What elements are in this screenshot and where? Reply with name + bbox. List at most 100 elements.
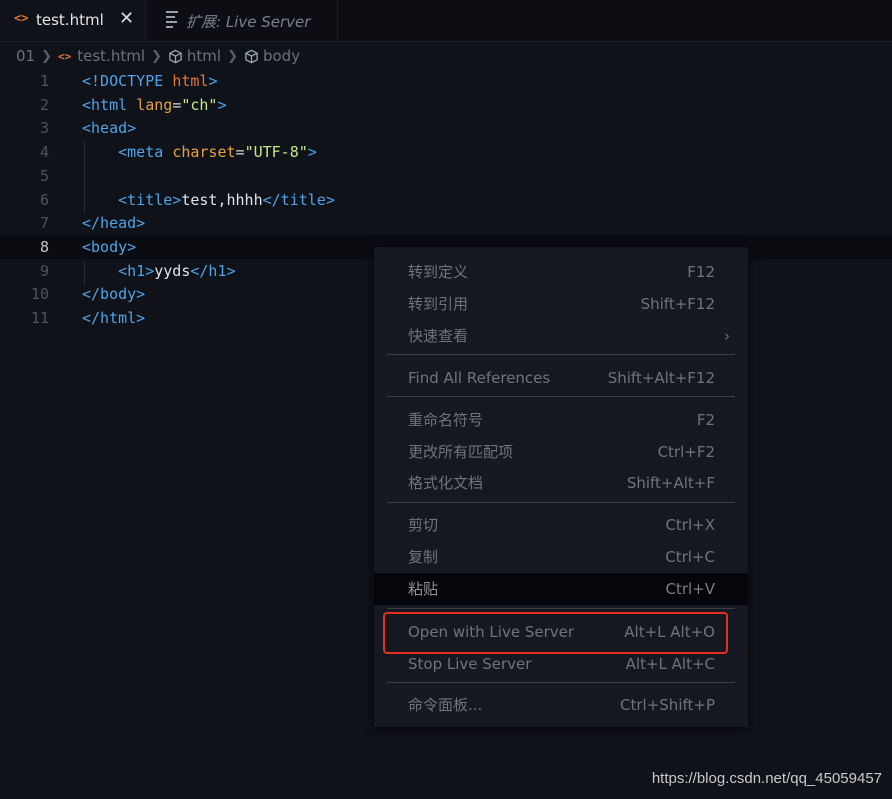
breadcrumb-item-html[interactable]: html xyxy=(187,47,221,65)
menu-item-label: 转到引用 xyxy=(408,295,469,313)
code-text: </body> xyxy=(82,282,145,306)
menu-item-label: 粘贴 xyxy=(408,580,439,598)
menu-item-go-to-definition[interactable]: 转到定义 F12 xyxy=(374,256,748,288)
cube-icon xyxy=(169,49,182,63)
menu-item-shortcut: Shift+Alt+F xyxy=(626,474,715,492)
code-token: = xyxy=(235,143,245,162)
line-number: 3 xyxy=(39,119,49,138)
menu-item-shortcut: Ctrl+C xyxy=(665,548,715,566)
menu-separator xyxy=(387,502,735,503)
line-number: 8 xyxy=(39,237,49,256)
code-token: <head> xyxy=(82,119,137,138)
menu-item-label: 命令面板... xyxy=(408,696,483,714)
code-text: <head> xyxy=(82,116,136,140)
code-line[interactable]: 4 <meta charset="UTF-8"> xyxy=(0,140,892,164)
code-token: <h1> xyxy=(118,261,155,280)
menu-item-label: 转到定义 xyxy=(408,263,469,281)
menu-item-rename-symbol[interactable]: 重命名符号 F2 xyxy=(374,404,748,436)
menu-item-label: 格式化文档 xyxy=(408,474,484,492)
code-token: yyds xyxy=(154,261,191,280)
code-token: <meta xyxy=(118,143,173,162)
menu-item-label: 剪切 xyxy=(408,516,439,534)
code-token: </title> xyxy=(262,190,335,209)
menu-item-shortcut: Ctrl+X xyxy=(665,516,715,534)
menu-item-label: 更改所有匹配项 xyxy=(408,443,514,461)
tab-label: 扩展: Live Server xyxy=(186,13,311,31)
tab-test-html[interactable]: <> test.html ✕ xyxy=(0,0,146,41)
code-line[interactable]: 6 <title>test,hhhh</title> xyxy=(0,188,892,212)
code-token: </body> xyxy=(82,285,146,304)
chevron-right-icon: ❯ xyxy=(227,48,238,64)
tab-bar: <> test.html ✕ 扩展: Live Server xyxy=(0,0,892,42)
tab-label: test.html xyxy=(36,11,104,29)
breadcrumb-file[interactable]: test.html xyxy=(77,47,145,65)
cube-icon xyxy=(245,49,258,63)
html-brackets-icon: <> xyxy=(58,49,72,63)
code-token: test,hhhh xyxy=(181,190,263,209)
menu-item-shortcut: Shift+Alt+F12 xyxy=(607,369,715,387)
code-token: = xyxy=(172,95,182,114)
menu-separator xyxy=(387,354,735,355)
code-token: </head> xyxy=(82,214,146,233)
annotation-highlight-box xyxy=(383,612,728,654)
menu-item-go-to-references[interactable]: 转到引用 Shift+F12 xyxy=(374,288,748,320)
code-text: <meta charset="UTF-8"> xyxy=(82,140,317,164)
menu-item-shortcut: Shift+F12 xyxy=(640,295,715,313)
code-token: <body> xyxy=(82,237,137,256)
code-token: lang xyxy=(136,95,173,114)
chevron-right-icon: › xyxy=(724,327,730,345)
code-token: </h1> xyxy=(190,261,236,280)
chevron-right-icon: ❯ xyxy=(41,48,52,64)
code-token: charset xyxy=(172,143,236,162)
menu-item-shortcut: Ctrl+F2 xyxy=(657,443,715,461)
menu-separator xyxy=(387,682,735,683)
code-text: </head> xyxy=(82,211,145,235)
line-number: 1 xyxy=(39,72,49,90)
line-number: 2 xyxy=(39,95,49,114)
code-text: <h1>yyds</h1> xyxy=(82,259,236,283)
menu-item-paste[interactable]: 粘贴 Ctrl+V xyxy=(374,573,748,605)
menu-item-label: 重命名符号 xyxy=(408,411,484,429)
code-token: html xyxy=(172,72,209,90)
code-line[interactable]: 1 <!DOCTYPE html> xyxy=(0,69,892,93)
chevron-right-icon: ❯ xyxy=(151,48,162,64)
code-token: > xyxy=(217,95,227,114)
code-token: </html> xyxy=(82,309,146,327)
code-text: <!DOCTYPE html> xyxy=(82,69,217,93)
line-number: 11 xyxy=(30,309,49,327)
line-number: 6 xyxy=(39,190,49,209)
menu-item-shortcut: F12 xyxy=(687,263,715,281)
code-line[interactable]: 7 </head> xyxy=(0,211,892,235)
html-brackets-icon: <> xyxy=(14,11,29,25)
menu-item-format-document[interactable]: 格式化文档 Shift+Alt+F xyxy=(374,467,748,499)
code-line[interactable]: 2 <html lang="ch"> xyxy=(0,93,892,117)
breadcrumb: 01 ❯ <> test.html ❯ html ❯ body xyxy=(0,44,300,68)
code-token: <html xyxy=(82,95,137,114)
menu-item-cut[interactable]: 剪切 Ctrl+X xyxy=(374,509,748,541)
code-token: <!DOCTYPE xyxy=(82,72,173,90)
breadcrumb-item-body[interactable]: body xyxy=(263,47,300,65)
code-line[interactable]: 3 <head> xyxy=(0,116,892,140)
preview-lines-icon xyxy=(166,11,178,28)
code-line[interactable]: 5 xyxy=(0,164,892,188)
menu-item-shortcut: F2 xyxy=(696,411,715,429)
menu-item-find-all-references[interactable]: Find All References Shift+Alt+F12 xyxy=(374,362,748,394)
line-number: 9 xyxy=(39,261,49,280)
menu-item-shortcut: Ctrl+Shift+P xyxy=(620,696,715,714)
close-icon[interactable]: ✕ xyxy=(119,8,134,29)
tab-live-server-extension[interactable]: 扩展: Live Server xyxy=(146,0,338,41)
menu-separator xyxy=(387,608,735,609)
context-menu: 转到定义 F12 转到引用 Shift+F12 快速查看 › Find All Ref… xyxy=(374,247,748,727)
menu-item-change-all-occurrences[interactable]: 更改所有匹配项 Ctrl+F2 xyxy=(374,436,748,468)
code-text: <html lang="ch"> xyxy=(82,93,227,117)
code-token: > xyxy=(307,143,317,162)
menu-item-copy[interactable]: 复制 Ctrl+C xyxy=(374,541,748,573)
menu-item-peek[interactable]: 快速查看 › xyxy=(374,320,748,352)
code-token: "ch" xyxy=(181,95,218,114)
watermark: https://blog.csdn.net/qq_45059457 xyxy=(651,770,882,787)
menu-item-command-palette[interactable]: 命令面板... Ctrl+Shift+P xyxy=(374,689,748,721)
menu-item-label: 快速查看 xyxy=(408,327,469,345)
menu-item-label: 复制 xyxy=(408,548,439,566)
